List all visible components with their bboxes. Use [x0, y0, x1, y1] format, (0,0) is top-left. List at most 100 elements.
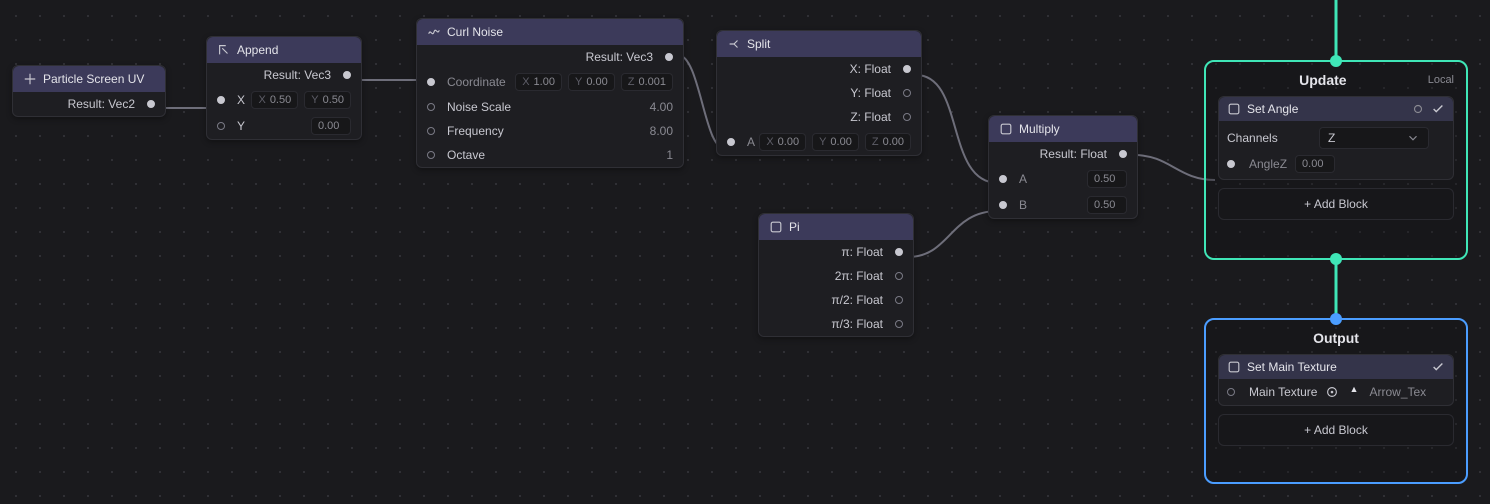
port-out-halfpi[interactable]: [895, 296, 903, 304]
field-coord-z[interactable]: Z0.001: [621, 73, 673, 91]
output-pi: π: Float: [841, 245, 883, 259]
math-icon: [769, 220, 783, 234]
port-out-z[interactable]: [903, 113, 911, 121]
node-title: Multiply: [1019, 122, 1060, 136]
port-out-result[interactable]: [147, 100, 155, 108]
block-title: Set Angle: [1247, 102, 1298, 116]
gear-icon[interactable]: [1411, 102, 1425, 116]
context-output[interactable]: Output Set Main Texture Main Texture Arr…: [1204, 318, 1468, 484]
texture-thumb-icon: [1347, 385, 1361, 399]
port-out-x[interactable]: [903, 65, 911, 73]
block-set-angle[interactable]: Set Angle Channels Z AngleZ 0.00: [1218, 96, 1454, 180]
output-halfpi: π/2: Float: [831, 293, 883, 307]
check-icon[interactable]: [1431, 102, 1445, 116]
field-y[interactable]: 0.00: [311, 117, 351, 135]
field-a-z[interactable]: Z0.00: [865, 133, 911, 151]
block-header[interactable]: Set Main Texture: [1219, 355, 1453, 379]
add-block-button[interactable]: + Add Block: [1218, 414, 1454, 446]
node-title: Particle Screen UV: [43, 72, 144, 86]
node-multiply[interactable]: Multiply Result: Float A 0.50 B 0.50: [988, 115, 1138, 219]
texture-name[interactable]: Arrow_Tex: [1369, 385, 1426, 399]
port-out-result[interactable]: [343, 71, 351, 79]
port-out-y[interactable]: [903, 89, 911, 97]
dropdown-channels[interactable]: Z: [1319, 127, 1429, 149]
field-b[interactable]: 0.50: [1087, 196, 1127, 214]
block-set-main-texture[interactable]: Set Main Texture Main Texture Arrow_Tex: [1218, 354, 1454, 406]
node-header[interactable]: Split: [717, 31, 921, 57]
context-subtitle: Local: [1428, 74, 1454, 86]
output-x: X: Float: [850, 62, 891, 76]
vector-icon: [217, 43, 231, 57]
field-a[interactable]: 0.50: [1087, 170, 1127, 188]
field-anglez[interactable]: 0.00: [1295, 155, 1335, 173]
port-in-anglez[interactable]: [1227, 160, 1235, 168]
node-title: Append: [237, 43, 278, 57]
port-in-x[interactable]: [217, 96, 225, 104]
port-in-y[interactable]: [217, 122, 225, 130]
node-header[interactable]: Pi: [759, 214, 913, 240]
port-out-thirdpi[interactable]: [895, 320, 903, 328]
field-x-y[interactable]: Y0.50: [304, 91, 351, 109]
port-in-main-texture[interactable]: [1227, 388, 1235, 396]
input-label-frequency: Frequency: [447, 124, 504, 138]
field-coord-x[interactable]: X1.00: [515, 73, 562, 91]
input-label-y: Y: [237, 119, 245, 133]
output-thirdpi: π/3: Float: [831, 317, 883, 331]
value-noise-scale[interactable]: 4.00: [650, 100, 673, 114]
port-in-a[interactable]: [999, 175, 1007, 183]
port-out-2pi[interactable]: [895, 272, 903, 280]
port-in-octave[interactable]: [427, 151, 435, 159]
port-out-pi[interactable]: [895, 248, 903, 256]
node-split[interactable]: Split X: Float Y: Float Z: Float A X0.00…: [716, 30, 922, 156]
dropdown-value: Z: [1328, 131, 1335, 145]
field-a-x[interactable]: X0.00: [759, 133, 806, 151]
context-update[interactable]: Update Local Set Angle Channels Z AngleZ: [1204, 60, 1468, 260]
noise-icon: [427, 25, 441, 39]
node-title: Curl Noise: [447, 25, 503, 39]
node-header[interactable]: Particle Screen UV: [13, 66, 165, 92]
node-pi[interactable]: Pi π: Float 2π: Float π/2: Float π/3: Fl…: [758, 213, 914, 337]
output-z: Z: Float: [850, 110, 891, 124]
input-label-a: A: [1019, 172, 1027, 186]
node-particle-screen-uv[interactable]: Particle Screen UV Result: Vec2: [12, 65, 166, 117]
flow-in-dot[interactable]: [1330, 55, 1342, 67]
output-y: Y: Float: [850, 86, 891, 100]
node-header[interactable]: Multiply: [989, 116, 1137, 142]
field-coord-y[interactable]: Y0.00: [568, 73, 615, 91]
node-header[interactable]: Append: [207, 37, 361, 63]
node-title: Pi: [789, 220, 800, 234]
input-label-a: A: [747, 135, 755, 149]
output-label: Result: Float: [1040, 147, 1107, 161]
block-title: Set Main Texture: [1247, 360, 1337, 374]
flow-out-dot[interactable]: [1330, 253, 1342, 265]
port-in-b[interactable]: [999, 201, 1007, 209]
port-out-result[interactable]: [1119, 150, 1127, 158]
output-label: Result: Vec3: [264, 68, 331, 82]
field-x-x[interactable]: X0.50: [251, 91, 298, 109]
port-in-frequency[interactable]: [427, 127, 435, 135]
output-label: Result: Vec3: [586, 50, 653, 64]
port-in-noise-scale[interactable]: [427, 103, 435, 111]
node-append[interactable]: Append Result: Vec3 X X0.50 Y0.50 Y 0.00: [206, 36, 362, 140]
block-icon: [1227, 102, 1241, 116]
node-header[interactable]: Curl Noise: [417, 19, 683, 45]
node-curl-noise[interactable]: Curl Noise Result: Vec3 Coordinate X1.00…: [416, 18, 684, 168]
block-icon: [1227, 360, 1241, 374]
add-block-button[interactable]: + Add Block: [1218, 188, 1454, 220]
math-icon: [999, 122, 1013, 136]
value-frequency[interactable]: 8.00: [650, 124, 673, 138]
field-a-y[interactable]: Y0.00: [812, 133, 859, 151]
check-icon[interactable]: [1431, 360, 1445, 374]
port-in-coordinate[interactable]: [427, 78, 435, 86]
target-icon[interactable]: [1325, 385, 1339, 399]
block-header[interactable]: Set Angle: [1219, 97, 1453, 121]
node-title: Split: [747, 37, 770, 51]
port-out-result[interactable]: [665, 53, 673, 61]
flow-in-dot[interactable]: [1330, 313, 1342, 325]
port-in-a[interactable]: [727, 138, 735, 146]
input-label-noise-scale: Noise Scale: [447, 100, 511, 114]
output-label: Result: Vec2: [68, 97, 135, 111]
input-label-b: B: [1019, 198, 1027, 212]
context-title: Output: [1218, 330, 1454, 346]
value-octave[interactable]: 1: [666, 148, 673, 162]
